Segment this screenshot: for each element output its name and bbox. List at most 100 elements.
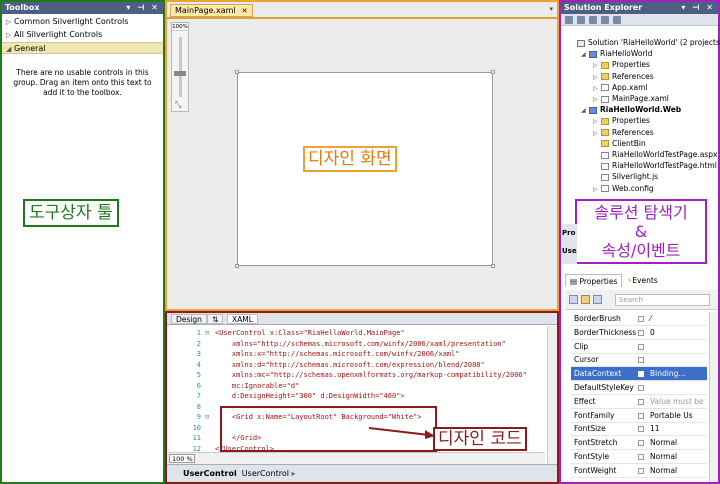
tree-item[interactable]: ▷ Properties: [593, 59, 650, 70]
properties-icon[interactable]: [565, 16, 573, 24]
resize-handle[interactable]: [491, 70, 495, 74]
property-search-input[interactable]: Search: [615, 294, 710, 306]
fold-toggle-icon[interactable]: ⊟: [205, 412, 215, 422]
resize-handle[interactable]: [235, 70, 239, 74]
tree-item[interactable]: ▷ Web.config: [593, 183, 654, 194]
toolbox-category-common[interactable]: ▷ Common Silverlight Controls: [2, 16, 163, 28]
sort-alphabetical-icon[interactable]: [581, 295, 590, 304]
tree-item[interactable]: RiaHelloWorldTestPage.aspx: [593, 149, 717, 160]
document-tab-mainpage[interactable]: MainPage.xaml ✕: [170, 4, 253, 17]
tree-item-label: RiaHelloWorld: [600, 49, 653, 59]
property-row[interactable]: FontWeight Normal: [571, 464, 707, 478]
tab-xaml[interactable]: XAML: [227, 314, 258, 324]
resize-handle[interactable]: [491, 264, 495, 268]
tree-item[interactable]: ▷ MainPage.xaml: [593, 93, 669, 104]
property-marker-icon[interactable]: [638, 454, 644, 460]
tree-item[interactable]: ▷ Properties: [593, 115, 650, 126]
code-line[interactable]: 2 xmlns="http://schemas.microsoft.com/wi…: [167, 339, 506, 349]
toolbox-window-buttons[interactable]: ▾ ⊣ ✕: [126, 2, 160, 14]
property-row[interactable]: DataContext Binding...: [571, 367, 707, 382]
property-row[interactable]: Effect Value must be: [571, 395, 707, 409]
property-marker-icon[interactable]: [638, 398, 644, 405]
tab-design[interactable]: Design: [171, 314, 207, 324]
code-zoom-select[interactable]: 100 %: [169, 454, 195, 463]
fit-to-screen-icon[interactable]: ⤡: [175, 100, 181, 110]
property-pages-icon[interactable]: [593, 295, 602, 304]
toolbox-category-general[interactable]: ◢ General: [2, 42, 163, 54]
property-marker-icon[interactable]: [638, 426, 644, 433]
view-designer-icon[interactable]: [613, 16, 621, 24]
property-value[interactable]: Normal: [650, 464, 677, 478]
property-marker-icon[interactable]: [638, 343, 644, 350]
tree-item[interactable]: ▷ App.xaml: [593, 82, 647, 93]
code-line[interactable]: 5 xmlns:mc="http://schemas.openxmlformat…: [167, 370, 527, 380]
property-value[interactable]: Normal: [650, 436, 677, 450]
property-row[interactable]: Cursor: [571, 353, 707, 368]
tree-item[interactable]: Silverlight.js: [593, 171, 658, 182]
expander-icon[interactable]: ◢: [581, 105, 589, 116]
view-code-icon[interactable]: [601, 16, 609, 24]
tree-item[interactable]: ◢ RiaHelloWorld: [581, 48, 652, 59]
zoom-slider-track[interactable]: [179, 37, 182, 97]
swap-panes-icon[interactable]: ⇅: [207, 314, 224, 324]
code-line[interactable]: 1 ⊟ <UserControl x:Class="RiaHelloWorld.Ma…: [167, 328, 405, 338]
resize-handle[interactable]: [235, 264, 239, 268]
vertical-scrollbar[interactable]: [547, 326, 557, 464]
tab-properties[interactable]: ▤ Properties: [565, 274, 623, 287]
property-marker-icon[interactable]: [638, 371, 644, 378]
breadcrumb-current[interactable]: UserControl: [183, 469, 237, 478]
fold-toggle-icon[interactable]: ⊟: [205, 328, 215, 338]
property-marker-icon[interactable]: [638, 440, 644, 447]
property-marker-icon[interactable]: [638, 357, 644, 364]
code-line[interactable]: 10: [167, 423, 215, 433]
code-line[interactable]: 4 xmlns:d="http://schemas.microsoft.com/…: [167, 360, 485, 370]
property-row[interactable]: BorderBrush ⁄: [571, 312, 707, 326]
property-value[interactable]: Value must be: [650, 395, 704, 409]
code-line[interactable]: 7 d:DesignHeight="300" d:DesignWidth="40…: [167, 391, 405, 401]
show-all-files-icon[interactable]: [577, 16, 585, 24]
tab-events[interactable]: ⚡Events: [623, 274, 662, 287]
toolbox-category-all[interactable]: ▷ All Silverlight Controls: [2, 29, 163, 41]
tree-item[interactable]: ClientBin: [593, 138, 646, 149]
tree-item[interactable]: ◢ RiaHelloWorld.Web: [581, 104, 681, 115]
property-value[interactable]: ⁄: [650, 312, 651, 326]
tree-item[interactable]: Solution 'RiaHelloWorld' (2 projects): [569, 37, 720, 48]
properties-scrollbar[interactable]: [709, 312, 718, 482]
expander-icon[interactable]: ◢: [581, 49, 589, 60]
chevron-down-icon[interactable]: ▾: [549, 5, 553, 13]
property-row[interactable]: DefaultStyleKey: [571, 381, 707, 395]
property-value[interactable]: 11: [650, 422, 660, 436]
property-value[interactable]: Portable Us: [650, 409, 693, 423]
property-value[interactable]: Binding...: [650, 367, 686, 381]
code-line[interactable]: 6 mc:Ignorable="d": [167, 381, 300, 391]
property-row[interactable]: FontStretch Normal: [571, 436, 707, 451]
refresh-icon[interactable]: [589, 16, 597, 24]
expand-arrow-icon: ▷: [6, 18, 12, 26]
code-line[interactable]: 3 xmlns:x="http://schemas.microsoft.com/…: [167, 349, 460, 359]
close-icon[interactable]: ✕: [242, 7, 248, 15]
property-marker-icon[interactable]: [638, 467, 644, 474]
property-value[interactable]: 0: [650, 326, 655, 340]
tree-item[interactable]: ▷ References: [593, 71, 654, 82]
code-line[interactable]: 8: [167, 402, 215, 412]
zoom-control[interactable]: 100% ⤡: [171, 22, 189, 112]
zoom-slider-thumb[interactable]: [174, 71, 186, 76]
property-row[interactable]: FontStyle Normal: [571, 450, 707, 464]
tree-item[interactable]: ▷ References: [593, 127, 654, 138]
property-row[interactable]: BorderThickness 0: [571, 326, 707, 340]
tree-item[interactable]: RiaHelloWorldTestPage.html: [593, 160, 717, 171]
solution-explorer-window-buttons[interactable]: ▾ ⊣ ✕: [681, 2, 715, 14]
property-row[interactable]: Clip: [571, 340, 707, 354]
breadcrumb-item[interactable]: UserControl: [242, 469, 289, 478]
expander-icon[interactable]: ▷: [593, 184, 601, 195]
chevron-right-icon[interactable]: ▸: [292, 469, 296, 478]
horizontal-scrollbar[interactable]: 100 %: [167, 452, 545, 464]
property-marker-icon[interactable]: [638, 316, 644, 322]
property-marker-icon[interactable]: [638, 412, 644, 419]
property-marker-icon[interactable]: [638, 329, 644, 336]
categorized-icon[interactable]: [569, 295, 578, 304]
property-marker-icon[interactable]: [638, 385, 644, 391]
property-value[interactable]: Normal: [650, 450, 677, 464]
property-row[interactable]: FontSize 11: [571, 422, 707, 437]
property-row[interactable]: FontFamily Portable Us: [571, 409, 707, 423]
